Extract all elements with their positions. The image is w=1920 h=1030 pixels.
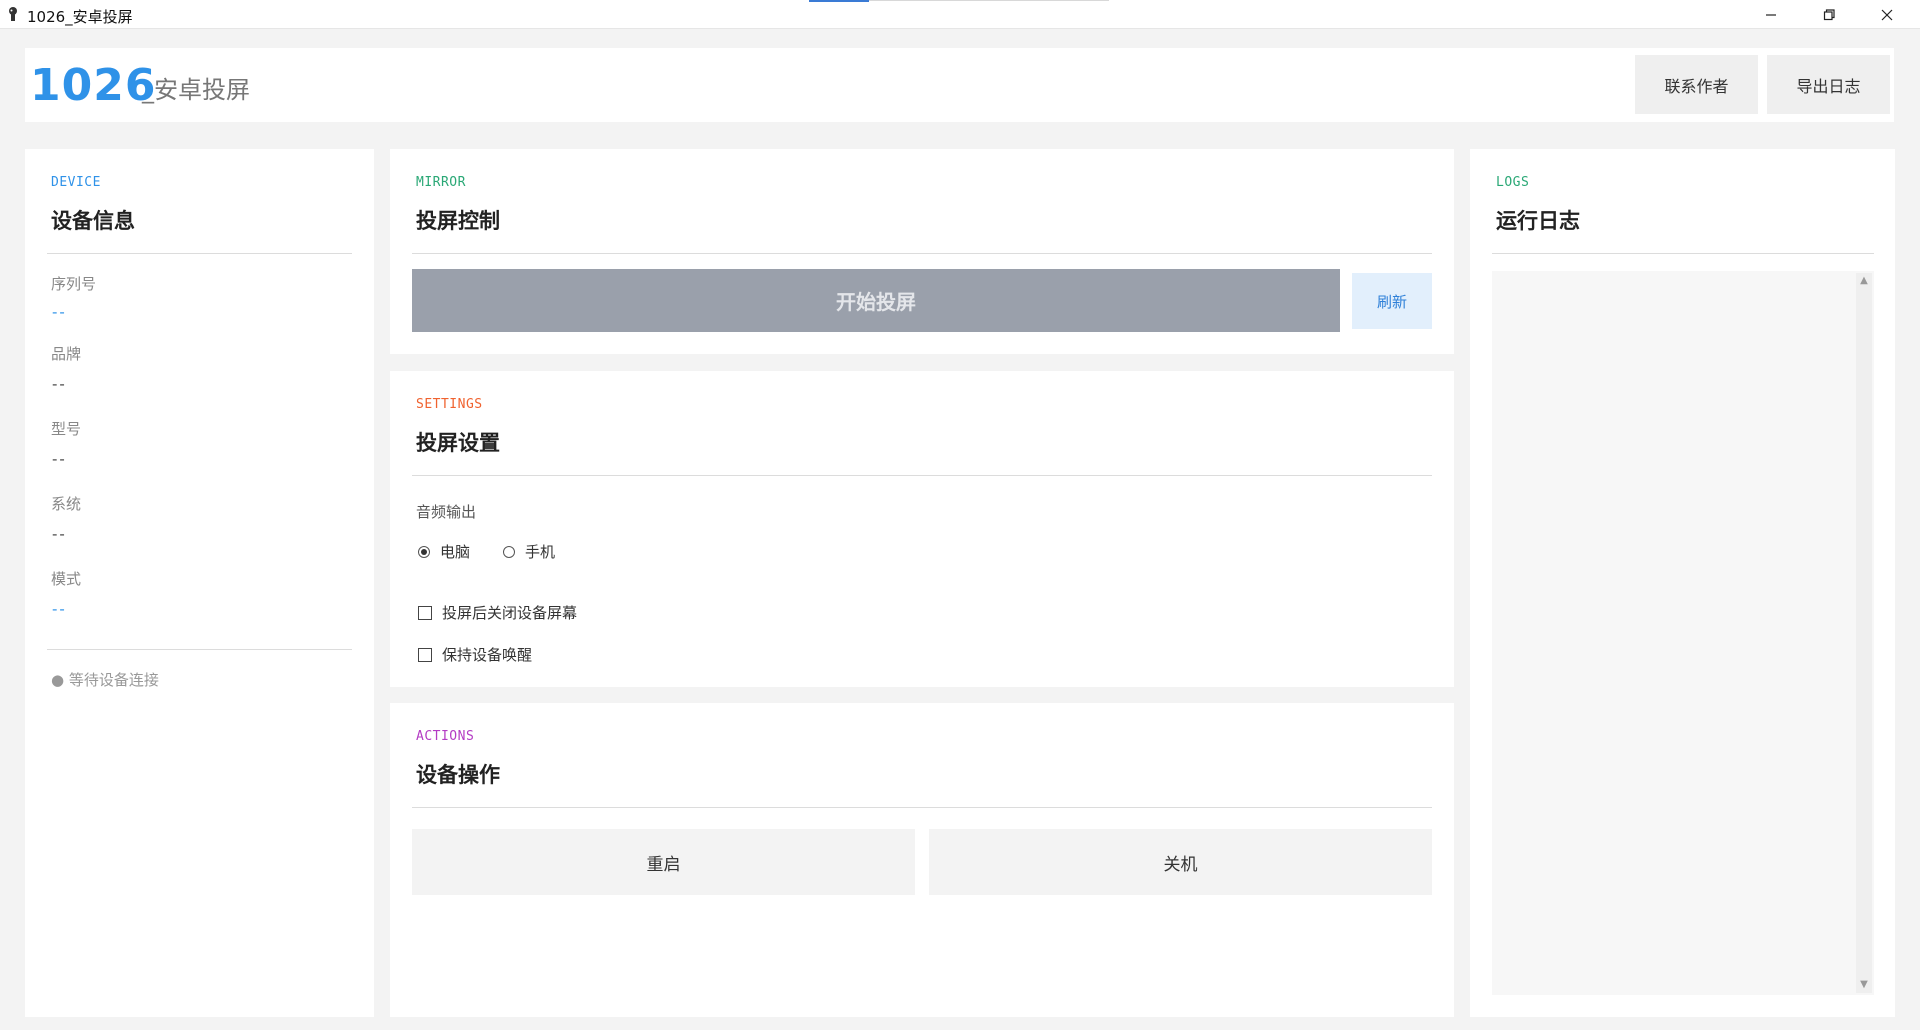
tab-indicator xyxy=(809,0,869,2)
brand-number: 1026 xyxy=(30,60,157,111)
checkbox-icon xyxy=(418,605,432,620)
mode-value: -- xyxy=(52,600,67,618)
mirror-title: 投屏控制 xyxy=(416,209,500,233)
window-title: 1026_安卓投屏 xyxy=(27,8,133,26)
divider xyxy=(412,253,1432,254)
checkbox-stay-awake[interactable]: 保持设备唤醒 xyxy=(418,644,532,665)
refresh-button[interactable]: 刷新 xyxy=(1352,273,1432,329)
radio-audio-pc[interactable]: 电脑 xyxy=(418,541,470,562)
app-icon xyxy=(9,7,17,21)
start-mirror-button[interactable]: 开始投屏 xyxy=(412,269,1340,332)
actions-title: 设备操作 xyxy=(416,763,500,787)
restore-button[interactable] xyxy=(1800,0,1858,29)
connection-status: ● 等待设备连接 xyxy=(51,671,159,689)
radio-audio-phone[interactable]: 手机 xyxy=(503,541,555,562)
scroll-up-icon[interactable]: ▲ xyxy=(1856,273,1872,289)
settings-title: 投屏设置 xyxy=(416,431,500,455)
checkbox-label: 投屏后关闭设备屏幕 xyxy=(442,604,578,622)
close-icon xyxy=(1881,9,1893,20)
audio-output-label: 音频输出 xyxy=(416,503,477,521)
restore-icon xyxy=(1823,8,1835,20)
actions-panel: ACTIONS 设备操作 重启 关机 xyxy=(390,703,1454,1017)
contact-author-button[interactable]: 联系作者 xyxy=(1635,55,1758,114)
divider xyxy=(47,253,352,254)
logs-tag: LOGS xyxy=(1496,175,1530,190)
mode-label: 模式 xyxy=(51,570,82,588)
radio-unselected-icon xyxy=(503,545,515,558)
minimize-icon xyxy=(1766,13,1776,16)
reboot-button[interactable]: 重启 xyxy=(412,829,915,895)
export-log-button[interactable]: 导出日志 xyxy=(1767,55,1890,114)
settings-tag: SETTINGS xyxy=(416,397,483,412)
model-label: 型号 xyxy=(51,420,82,438)
scroll-down-icon[interactable]: ▼ xyxy=(1856,977,1872,993)
system-value: -- xyxy=(52,525,67,543)
device-tag: DEVICE xyxy=(51,175,101,190)
mirror-panel: MIRROR 投屏控制 开始投屏 刷新 xyxy=(390,149,1454,354)
divider xyxy=(412,475,1432,476)
actions-tag: ACTIONS xyxy=(416,729,475,744)
mirror-tag: MIRROR xyxy=(416,175,466,190)
checkbox-label: 保持设备唤醒 xyxy=(442,646,533,664)
app-header: 1026 _安卓投屏 联系作者 导出日志 xyxy=(25,48,1894,122)
divider xyxy=(1492,253,1874,254)
brand-label: 品牌 xyxy=(51,345,82,363)
serial-value: -- xyxy=(52,303,67,321)
radio-label: 电脑 xyxy=(440,543,471,561)
radio-label: 手机 xyxy=(525,543,556,561)
shutdown-button[interactable]: 关机 xyxy=(929,829,1432,895)
device-title: 设备信息 xyxy=(51,209,135,233)
brand-value: -- xyxy=(52,375,67,393)
brand-name: _安卓投屏 xyxy=(142,76,250,104)
radio-selected-icon xyxy=(418,545,430,558)
system-label: 系统 xyxy=(51,495,82,513)
log-output-area[interactable] xyxy=(1492,271,1874,995)
logs-title: 运行日志 xyxy=(1496,209,1580,233)
minimize-button[interactable] xyxy=(1742,0,1800,29)
serial-label: 序列号 xyxy=(51,275,97,293)
title-bar: 1026_安卓投屏 xyxy=(0,0,1920,29)
close-button[interactable] xyxy=(1858,0,1916,29)
device-panel: DEVICE 设备信息 序列号 -- 品牌 -- 型号 -- 系统 -- 模式 … xyxy=(25,149,374,1017)
divider xyxy=(412,807,1432,808)
model-value: -- xyxy=(52,450,67,468)
logs-panel: LOGS 运行日志 ▲ ▼ xyxy=(1470,149,1895,1017)
checkbox-icon xyxy=(418,647,432,662)
divider xyxy=(47,649,352,650)
checkbox-turn-off-screen[interactable]: 投屏后关闭设备屏幕 xyxy=(418,602,577,623)
log-scrollbar[interactable]: ▲ ▼ xyxy=(1856,273,1872,993)
settings-panel: SETTINGS 投屏设置 音频输出 电脑 手机 投屏后关闭设备屏幕 保持设备唤… xyxy=(390,371,1454,687)
tab-indicator-track xyxy=(869,0,1109,1)
